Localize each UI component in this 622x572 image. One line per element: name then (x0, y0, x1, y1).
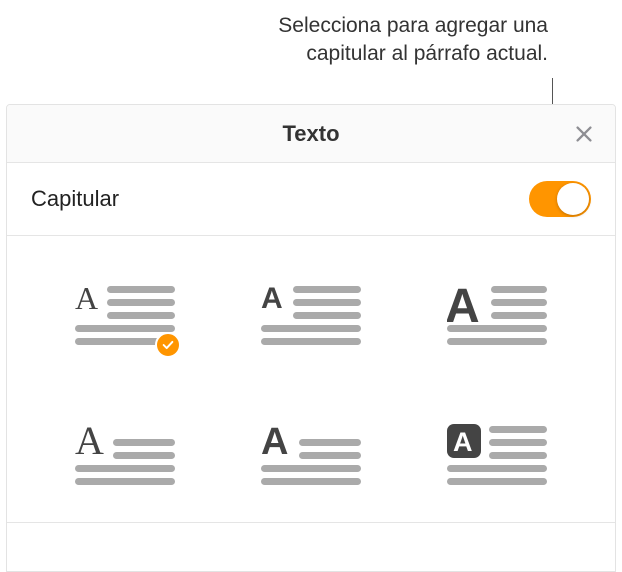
svg-text:A: A (453, 427, 473, 457)
dropcap-toggle[interactable] (529, 181, 591, 217)
dropcap-style-2-icon: A (261, 282, 361, 352)
dropcap-style-6[interactable]: A (447, 422, 547, 492)
dropcap-style-grid: A A (7, 236, 615, 523)
callout-text-line1: Selecciona para agregar una (278, 14, 548, 37)
selected-badge (155, 332, 181, 358)
dropcap-style-5[interactable]: A (261, 422, 361, 492)
dropcap-style-3-icon: A (447, 282, 547, 352)
close-button[interactable] (571, 121, 597, 147)
dropcap-style-3[interactable]: A (447, 282, 547, 352)
toggle-knob (557, 183, 589, 215)
panel-title: Texto (282, 121, 339, 147)
dropcap-label: Capitular (31, 186, 119, 212)
dropcap-toggle-row: Capitular (7, 163, 615, 236)
svg-text:A: A (75, 282, 98, 316)
dropcap-style-4[interactable]: A (75, 422, 175, 492)
checkmark-icon (161, 338, 175, 352)
dropcap-style-1[interactable]: A (75, 282, 175, 352)
svg-text:A: A (75, 422, 104, 463)
callout-text-line2: capitular al párrafo actual. (306, 42, 548, 65)
svg-text:A: A (261, 282, 283, 315)
text-format-panel: Texto Capitular A (6, 104, 616, 572)
dropcap-style-2[interactable]: A (261, 282, 361, 352)
callout-annotation: Selecciona para agregar una capitular al… (0, 0, 622, 77)
panel-header: Texto (7, 105, 615, 163)
close-icon (573, 123, 595, 145)
svg-text:A: A (261, 422, 288, 463)
dropcap-style-4-icon: A (75, 422, 175, 492)
dropcap-style-5-icon: A (261, 422, 361, 492)
dropcap-style-6-icon: A (447, 422, 547, 492)
